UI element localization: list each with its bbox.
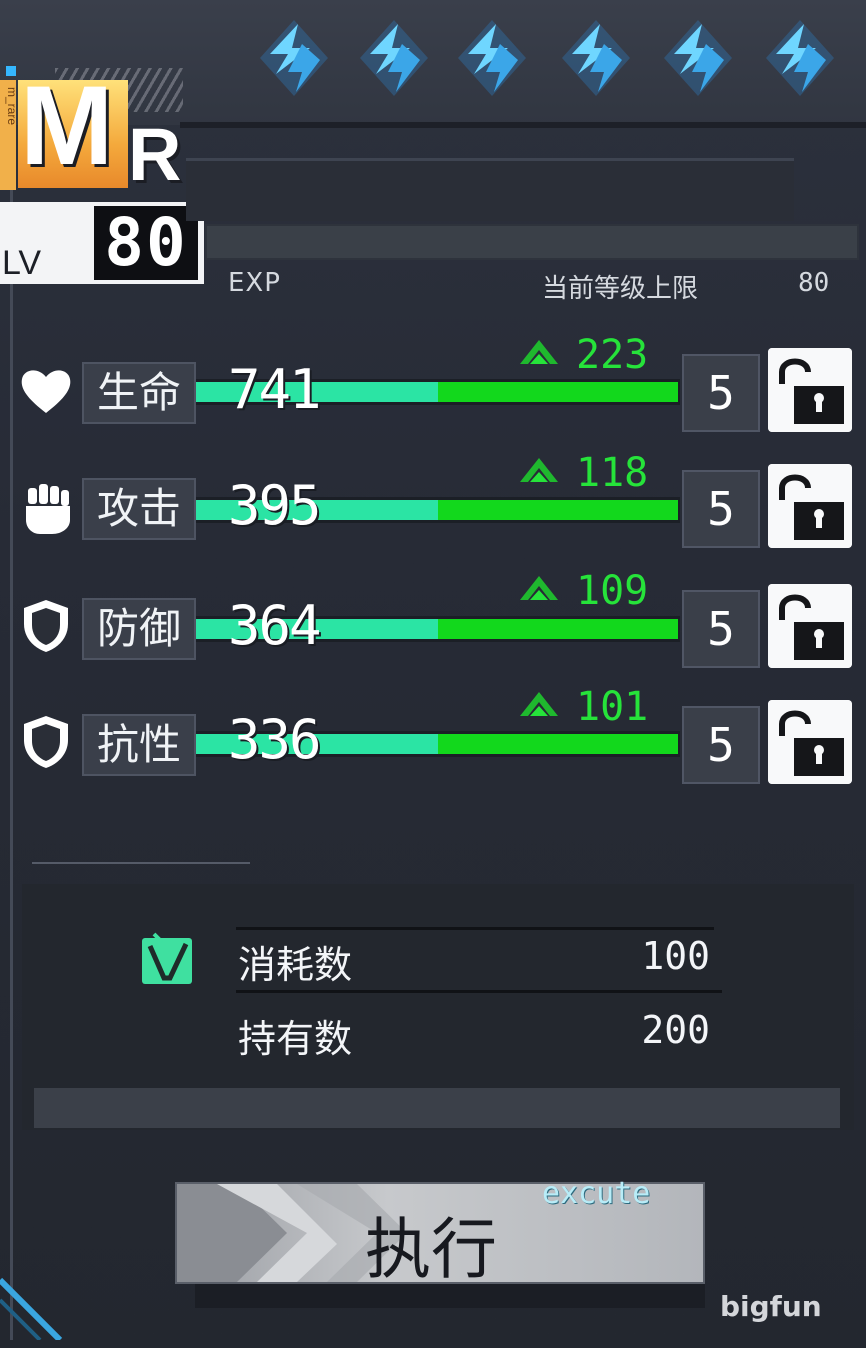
stat-bonus-def: 109 [576, 568, 649, 614]
stat-level-atk: 5 [682, 470, 760, 548]
stat-up-icon [520, 340, 558, 364]
unlock-icon[interactable] [768, 700, 852, 784]
stat-bar-bonus [438, 619, 678, 639]
cost-footer-bar [34, 1088, 840, 1128]
rank-side-text: m_rare [5, 87, 19, 126]
shield-icon [24, 600, 68, 652]
unlock-icon[interactable] [768, 348, 852, 432]
stat-bar-bonus [438, 500, 678, 520]
upgrade-gem-icon [766, 20, 834, 96]
stat-value-atk: 395 [228, 474, 322, 537]
stat-up-icon [520, 576, 558, 600]
upgrade-gem-icon [458, 20, 526, 96]
stat-bonus-atk: 118 [576, 450, 649, 496]
upgrade-gem-icon [562, 20, 630, 96]
owned-label: 持有数 [238, 1017, 353, 1061]
stat-level-hp: 5 [682, 354, 760, 432]
corner-decoration [0, 1277, 63, 1340]
fist-icon [26, 484, 70, 534]
level-label: LV [2, 244, 42, 282]
stat-value-hp: 741 [228, 358, 322, 421]
level-value: 80 [94, 206, 198, 280]
heart-icon [21, 370, 71, 413]
upgrade-gem-icon [360, 20, 428, 96]
rank-letter: M [20, 63, 113, 188]
stat-label-atk: 攻击 [82, 478, 196, 540]
stat-up-icon [520, 458, 558, 482]
section-divider [32, 862, 250, 864]
owned-value: 200 [641, 1008, 710, 1052]
stat-level-def: 5 [682, 590, 760, 668]
stat-label-res: 抗性 [82, 714, 196, 776]
unlock-icon[interactable] [768, 464, 852, 548]
exp-bar [205, 224, 859, 260]
stat-label-hp: 生命 [82, 362, 196, 424]
stat-bar-bonus [438, 382, 678, 402]
level-cap-label: 当前等级上限 [542, 274, 699, 304]
cost-divider [236, 927, 714, 930]
cost-divider [236, 990, 722, 993]
stat-value-res: 336 [228, 708, 322, 771]
stat-value-def: 364 [228, 594, 322, 657]
upgrade-gem-icon [664, 20, 732, 96]
level-cap-value: 80 [798, 268, 830, 298]
watermark-logo: bigfun [720, 1290, 822, 1323]
upgrade-gem-icon [260, 20, 328, 96]
stat-label-def: 防御 [82, 598, 196, 660]
execute-label: 执行 [365, 1211, 497, 1288]
stat-bonus-hp: 223 [576, 332, 649, 378]
stat-bar-bonus [438, 734, 678, 754]
consume-value: 100 [641, 934, 710, 978]
exp-header-frame [186, 158, 794, 221]
consume-label: 消耗数 [238, 943, 353, 987]
rank-sub-letter: R [128, 113, 182, 196]
rank-marker [6, 66, 16, 76]
top-divider [180, 122, 866, 128]
stat-bonus-res: 101 [576, 684, 649, 730]
exp-label: EXP [228, 268, 281, 298]
material-icon [142, 932, 192, 984]
execute-sublabel: excute [542, 1176, 651, 1211]
shield-icon [24, 716, 68, 768]
unlock-icon[interactable] [768, 584, 852, 668]
stat-level-res: 5 [682, 706, 760, 784]
stat-up-icon [520, 692, 558, 716]
